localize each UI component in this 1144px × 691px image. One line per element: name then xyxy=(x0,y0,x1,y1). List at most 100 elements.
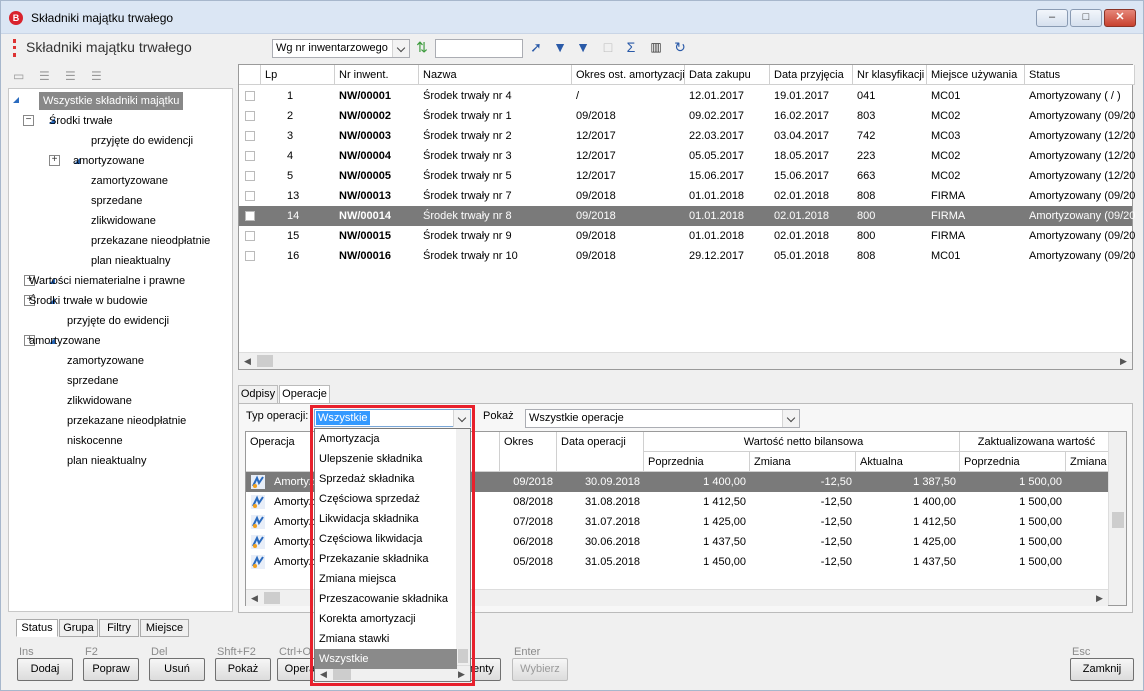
tree-item-label[interactable]: sprzedane xyxy=(91,192,142,210)
scroll-left-icon[interactable]: ◀ xyxy=(239,353,256,369)
tree-item-label[interactable]: przekazane nieodpłatnie xyxy=(91,232,210,250)
tab-status[interactable]: Status xyxy=(16,619,58,637)
tree-item-label[interactable]: plan nieaktualny xyxy=(67,452,147,470)
scroll-thumb[interactable] xyxy=(257,355,273,367)
column-header[interactable]: Okres xyxy=(500,432,557,472)
tree-item-label[interactable]: zamortyzowane xyxy=(67,352,144,370)
tag-filter-icon[interactable]: ➚ xyxy=(527,38,545,56)
tree-item-label[interactable]: plan nieaktualny xyxy=(91,252,171,270)
column-header[interactable]: Zmiana xyxy=(1066,452,1110,472)
minimize-button[interactable]: – xyxy=(1036,9,1068,27)
dropdown-option[interactable]: Amortyzacja xyxy=(315,429,457,449)
tree-expander-icon[interactable]: − xyxy=(23,115,34,126)
table-vscrollbar[interactable] xyxy=(1108,432,1126,605)
tree-item-label[interactable]: sprzedane xyxy=(67,372,118,390)
chevron-down-icon[interactable] xyxy=(782,410,799,427)
footer-button-zamknij[interactable]: Zamknij xyxy=(1070,658,1134,681)
tree-expander-icon[interactable]: + xyxy=(49,155,60,166)
close-button[interactable]: ✕ xyxy=(1104,9,1136,27)
footer-button-pokaż[interactable]: Pokaż xyxy=(215,658,271,681)
table-row[interactable]: 2 NW/00002 Środek trwały nr 1 09/2018 09.02.… xyxy=(239,106,1135,126)
dropdown-option[interactable]: Sprzedaż składnika xyxy=(315,469,457,489)
column-header[interactable]: Nr klasyfikacji xyxy=(853,65,927,85)
scroll-right-icon[interactable]: ▶ xyxy=(1115,353,1132,369)
column-header[interactable]: Nr inwent. xyxy=(335,65,419,85)
sort-combo[interactable]: Wg nr inwentarzowego xyxy=(272,39,410,58)
dropdown-option[interactable]: Likwidacja składnika xyxy=(315,509,457,529)
dropdown-option[interactable]: Zmiana miejsca xyxy=(315,569,457,589)
tree-item-label[interactable]: przekazane nieodpłatnie xyxy=(67,412,186,430)
tree-item-label[interactable]: zlikwidowane xyxy=(67,392,132,410)
checkbox-icon[interactable]: □ xyxy=(599,38,617,56)
footer-button-wybierz[interactable]: Wybierz xyxy=(512,658,568,681)
table-row[interactable]: 13 NW/00013 Środek trwały nr 7 09/2018 01.01… xyxy=(239,186,1135,206)
dropdown-option[interactable]: Częściowa sprzedaż xyxy=(315,489,457,509)
tree-item-label[interactable]: niskocenne xyxy=(67,432,123,450)
clear-filter-icon[interactable]: ▼ xyxy=(574,38,592,56)
dropdown-scrollbar[interactable] xyxy=(456,429,470,665)
table-row[interactable]: 5 NW/00005 Środek trwały nr 5 12/2017 15.06.… xyxy=(239,166,1135,186)
footer-button-dodaj[interactable]: Dodaj xyxy=(17,658,73,681)
column-header[interactable]: Poprzednia xyxy=(644,452,750,472)
column-header[interactable]: Status xyxy=(1025,65,1135,85)
tree-item-label[interactable]: Środki trwałe xyxy=(49,112,113,130)
operation-type-select[interactable]: Wszystkie xyxy=(314,409,471,427)
column-header[interactable]: Zmiana xyxy=(750,452,856,472)
tab-grupa[interactable]: Grupa xyxy=(59,619,98,637)
table-row[interactable]: 14 NW/00014 Środek trwały nr 8 09/2018 01.01… xyxy=(239,206,1135,226)
dropdown-option[interactable]: Ulepszenie składnika xyxy=(315,449,457,469)
column-header[interactable]: Data operacji xyxy=(557,432,644,472)
column-header[interactable]: Nazwa xyxy=(419,65,572,85)
column-header[interactable]: Miejsce używania xyxy=(927,65,1025,85)
tab-odpisy[interactable]: Odpisy xyxy=(238,385,278,404)
tree-item-label[interactable]: Środki trwałe w budowie xyxy=(29,292,148,310)
table-row[interactable]: 1 NW/00001 Środek trwały nr 4 / 12.01.2017 1… xyxy=(239,86,1132,106)
maximize-button[interactable]: □ xyxy=(1070,9,1102,27)
tree-item-label[interactable]: Wartości niematerialne i prawne xyxy=(29,272,185,290)
footer-button-usuń[interactable]: Usuń xyxy=(149,658,205,681)
sum-icon[interactable]: Σ xyxy=(622,38,640,56)
search-input[interactable] xyxy=(435,39,523,58)
dropdown-option[interactable]: Przeszacowanie składnika xyxy=(315,589,457,609)
sort-direction-icon[interactable]: ⇅ xyxy=(413,38,431,56)
scroll-right-icon[interactable]: ▶ xyxy=(1091,590,1108,606)
refresh-icon[interactable]: ↻ xyxy=(671,38,689,56)
expand-all-icon[interactable]: ☰ xyxy=(39,69,55,83)
dropdown-option[interactable]: Częściowa likwidacja xyxy=(315,529,457,549)
scroll-thumb[interactable] xyxy=(458,649,468,663)
dropdown-option[interactable]: Wszystkie xyxy=(315,649,457,669)
footer-button-popraw[interactable]: Popraw xyxy=(83,658,139,681)
scroll-thumb[interactable] xyxy=(264,592,280,604)
tab-operacje[interactable]: Operacje xyxy=(279,385,330,404)
table-row[interactable]: 4 NW/00004 Środek trwały nr 3 12/2017 05.05.… xyxy=(239,146,1135,166)
column-header[interactable]: Data zakupu xyxy=(685,65,770,85)
column-header[interactable]: Okres ost. amortyzacji xyxy=(572,65,685,85)
dropdown-option[interactable]: Korekta amortyzacji xyxy=(315,609,457,629)
tree-item-label[interactable]: zlikwidowane xyxy=(91,212,156,230)
tree-item-label[interactable]: amortyzowane xyxy=(29,332,101,350)
tab-filtry[interactable]: Filtry xyxy=(99,619,139,637)
tree-item-label[interactable]: przyjęte do ewidencji xyxy=(67,312,169,330)
dropdown-option[interactable]: Przekazanie składnika xyxy=(315,549,457,569)
show-select[interactable]: Wszystkie operacje xyxy=(525,409,800,428)
tree-item-label[interactable]: zamortyzowane xyxy=(91,172,168,190)
scroll-left-icon[interactable]: ◀ xyxy=(246,590,263,606)
tree-item-root[interactable]: Wszystkie składniki majątku xyxy=(39,92,184,110)
chevron-down-icon[interactable] xyxy=(392,40,409,57)
tree-item-label[interactable]: przyjęte do ewidencji xyxy=(91,132,193,150)
table-row[interactable]: 15 NW/00015 Środek trwały nr 9 09/2018 01.01… xyxy=(239,226,1135,246)
column-header[interactable] xyxy=(239,65,261,85)
column-header[interactable]: Poprzednia xyxy=(960,452,1066,472)
folder-icon[interactable]: ▭ xyxy=(13,69,29,83)
tree-item-label[interactable]: amortyzowane xyxy=(73,152,145,170)
table-row[interactable]: 3 NW/00003 Środek trwały nr 2 12/2017 22.03.… xyxy=(239,126,1135,146)
column-header[interactable]: Data przyjęcia xyxy=(770,65,853,85)
barcode-icon[interactable]: ▥ xyxy=(647,38,665,56)
filter-icon[interactable]: ▼ xyxy=(551,38,569,56)
table-row[interactable]: 16 NW/00016 Środek trwały nr 10 09/2018 29.1… xyxy=(239,246,1135,266)
dropdown-option[interactable]: Zmiana stawki xyxy=(315,629,457,649)
tab-miejsce[interactable]: Miejsce xyxy=(140,619,189,637)
chevron-down-icon[interactable] xyxy=(453,410,470,427)
table-hscrollbar[interactable]: ◀ ▶ xyxy=(239,352,1132,369)
tree-options-icon[interactable]: ☰ xyxy=(91,69,107,83)
